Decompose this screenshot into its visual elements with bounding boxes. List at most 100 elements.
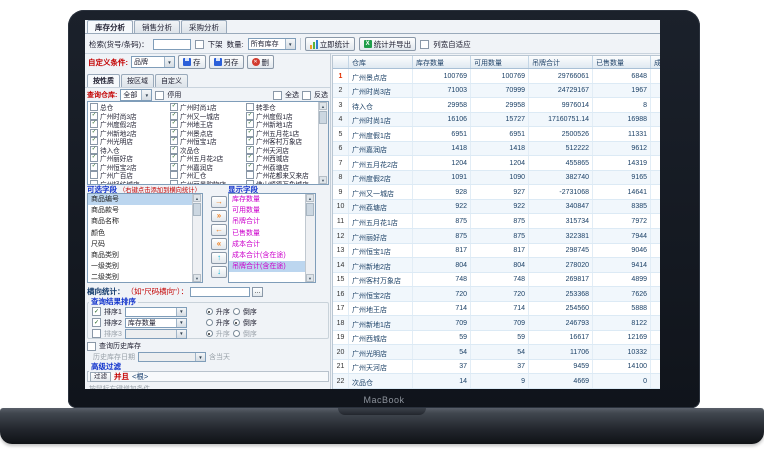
display-field-item[interactable]: 吊牌合计(含在途): [229, 261, 306, 272]
table-row[interactable]: 7广州五月花2店1204120445586514319: [333, 156, 660, 171]
warehouse-option[interactable]: ✓广州新地1店: [246, 120, 317, 129]
main-tab-0[interactable]: 库存分析: [87, 20, 133, 33]
radio-ascending[interactable]: [206, 319, 213, 326]
available-field-item[interactable]: 商品名称: [88, 216, 193, 227]
available-field-item[interactable]: 商品类别: [88, 250, 193, 261]
move-right-button[interactable]: →: [211, 196, 227, 208]
run-stats-button[interactable]: 立即统计: [305, 37, 355, 51]
warehouse-option[interactable]: ✓广州地王店: [170, 120, 246, 129]
warehouse-option[interactable]: ✓广州五月花1店: [246, 129, 317, 138]
table-row[interactable]: 3待入仓299582995899760148: [333, 98, 660, 113]
table-row[interactable]: 20广州光明店54541170610332: [333, 345, 660, 360]
radio-ascending[interactable]: [206, 330, 213, 337]
scroll-up-icon[interactable]: ▲: [319, 102, 327, 110]
available-field-item[interactable]: 商品编号: [88, 194, 193, 205]
column-header-2[interactable]: 库存数量: [413, 56, 471, 68]
table-row[interactable]: 4广州时尚1店161061572717160751.1416988: [333, 113, 660, 128]
table-row[interactable]: 12广州丽好店8758753223817944: [333, 229, 660, 244]
table-row[interactable]: 18广州新地1店7097092467938122: [333, 316, 660, 331]
display-field-item[interactable]: 成本合计(含在途): [229, 250, 306, 261]
radio-descending[interactable]: [233, 319, 240, 326]
available-field-item[interactable]: 一级类别: [88, 261, 193, 272]
display-field-item[interactable]: 吊牌合计: [229, 216, 306, 227]
filter-tab-button[interactable]: 过滤: [90, 372, 111, 382]
filter-tab-1[interactable]: 按区域: [121, 74, 154, 87]
display-field-item[interactable]: 库存数量: [229, 194, 306, 205]
table-row[interactable]: 15广州客村万象店7487482698174899: [333, 273, 660, 288]
table-row[interactable]: 17广州地王店7147142545605888: [333, 302, 660, 317]
warehouse-option[interactable]: ✓广州度假2店: [90, 120, 170, 129]
sort-checkbox[interactable]: [92, 329, 101, 338]
qty-combo[interactable]: 所有库存 ▼: [248, 38, 296, 50]
warehouse-option[interactable]: 广州汇仓: [170, 171, 246, 180]
table-row[interactable]: 6广州嘉润店141814185122229612: [333, 142, 660, 157]
warehouse-option[interactable]: ✓待入仓: [90, 146, 170, 155]
available-fields-scrollbar[interactable]: ▲ ▼: [192, 194, 202, 282]
radio-descending[interactable]: [233, 308, 240, 315]
warehouse-option[interactable]: ✓广州光明店: [90, 137, 170, 146]
scrollbar-thumb[interactable]: [306, 203, 314, 216]
column-header-0[interactable]: [333, 56, 349, 68]
history-date-combo[interactable]: ▼: [138, 352, 206, 362]
saveas-button[interactable]: 另存: [209, 55, 244, 69]
disabled-checkbox[interactable]: [155, 91, 164, 100]
warehouse-option[interactable]: ✓广州景点店: [170, 129, 246, 138]
sort-field-combo[interactable]: 库存数量▼: [125, 318, 187, 328]
warehouse-option[interactable]: ✓广州嘉润店: [170, 163, 246, 172]
cross-more-button[interactable]: …: [252, 287, 263, 297]
scrollbar-thumb[interactable]: [319, 111, 327, 124]
offshelf-checkbox[interactable]: [195, 40, 204, 49]
save-button[interactable]: 存: [178, 55, 206, 69]
sort-checkbox[interactable]: ✓: [92, 307, 101, 316]
available-field-item[interactable]: 颜色: [88, 228, 193, 239]
filter-operator[interactable]: 并且: [114, 371, 129, 382]
table-row[interactable]: 16广州恒宝2店7207202533687626: [333, 287, 660, 302]
warehouse-option[interactable]: ✓广州客村万象店: [246, 137, 317, 146]
table-row[interactable]: 9广州又一城店928927-273106814641: [333, 185, 660, 200]
scroll-down-icon[interactable]: ▼: [193, 274, 201, 282]
warehouse-option[interactable]: ✓次品仓: [170, 146, 246, 155]
delete-button[interactable]: ✕ 删: [247, 55, 275, 69]
radio-ascending[interactable]: [206, 308, 213, 315]
warehouse-combo[interactable]: 全部 ▼: [120, 89, 152, 101]
radio-descending[interactable]: [233, 330, 240, 337]
move-up-button[interactable]: ↑: [211, 252, 227, 264]
select-all-checkbox[interactable]: [273, 91, 282, 100]
warehouse-option[interactable]: ✓广州丽好店: [90, 154, 170, 163]
scrollbar-thumb[interactable]: [193, 203, 201, 216]
scroll-up-icon[interactable]: ▲: [306, 194, 314, 202]
table-row[interactable]: 1广州景点店100769100769297660616848: [333, 69, 660, 84]
column-header-1[interactable]: 仓库: [349, 56, 413, 68]
display-field-item[interactable]: 已售数量: [229, 228, 306, 239]
table-row[interactable]: 13广州恒宝1店8178172987459046: [333, 244, 660, 259]
warehouse-option[interactable]: ✓广州度假1店: [246, 112, 317, 121]
warehouse-option[interactable]: ✓广州荔塘店: [246, 163, 317, 172]
filter-root-node[interactable]: <根>: [132, 371, 148, 382]
warehouse-option[interactable]: ✓广州恒宝1店: [170, 137, 246, 146]
table-row[interactable]: 22次品仓14946690: [333, 374, 660, 389]
cross-stats-input[interactable]: [190, 287, 250, 297]
history-checkbox[interactable]: [87, 342, 96, 351]
scroll-down-icon[interactable]: ▼: [319, 176, 327, 184]
warehouse-option[interactable]: ✓广州五月花2店: [170, 154, 246, 163]
move-down-button[interactable]: ↓: [211, 266, 227, 278]
available-field-item[interactable]: 商品款号: [88, 205, 193, 216]
available-field-item[interactable]: 二级类别: [88, 272, 193, 283]
warehouse-option[interactable]: 总仓: [90, 103, 170, 112]
table-row[interactable]: 14广州新地2店8048042780209414: [333, 258, 660, 273]
search-input[interactable]: [153, 39, 191, 50]
filter-tab-0[interactable]: 按性质: [87, 74, 120, 87]
export-button[interactable]: X 统计并导出: [359, 37, 417, 51]
column-header-5[interactable]: 已售数量: [593, 56, 651, 68]
table-row[interactable]: 21广州天河店3737945914100: [333, 360, 660, 375]
warehouse-scrollbar[interactable]: ▲ ▼: [318, 102, 328, 184]
main-tab-1[interactable]: 销售分析: [134, 20, 180, 33]
column-header-6[interactable]: 成本金额: [651, 56, 660, 68]
sort-checkbox[interactable]: ✓: [92, 318, 101, 327]
display-field-item[interactable]: 成本合计: [229, 239, 306, 250]
display-field-item[interactable]: 可用数量: [229, 205, 306, 216]
move-all-right-button[interactable]: »: [211, 210, 227, 222]
warehouse-option[interactable]: ✓广州又一城店: [170, 112, 246, 121]
table-row[interactable]: 2广州时尚3店7100370999247291671967: [333, 84, 660, 99]
condition-combo[interactable]: 品牌 ▼: [131, 56, 175, 68]
